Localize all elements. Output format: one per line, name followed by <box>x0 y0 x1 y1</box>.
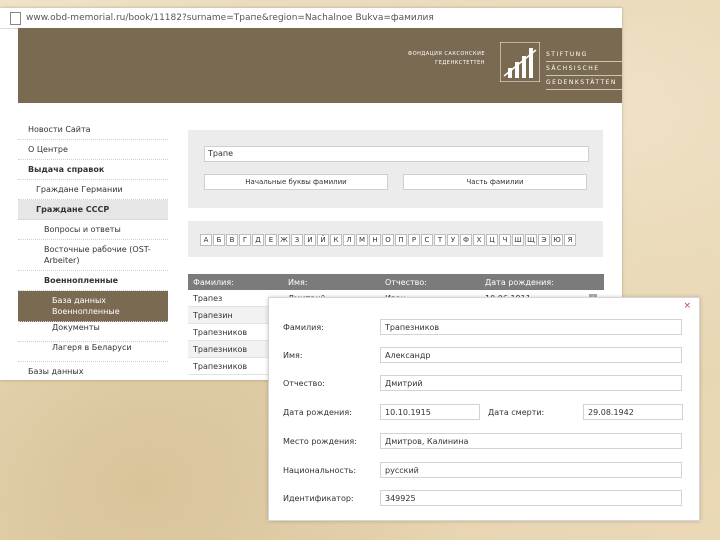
nav-camps[interactable]: Лагеря в Беларуси <box>18 342 168 362</box>
label-name: Имя: <box>283 350 303 360</box>
value-nationality: русский <box>380 462 682 478</box>
alphabet-letter[interactable]: К <box>330 234 342 246</box>
alphabet-letter[interactable]: У <box>447 234 459 246</box>
alphabet-letter[interactable]: Х <box>473 234 485 246</box>
value-id: 349925 <box>380 490 682 506</box>
alphabet-letter[interactable]: Т <box>434 234 446 246</box>
site-header: ФОНДАЦИЯ САКСОНСКИЕ ГЕДЕНКСТЕТТЕН STIFTU… <box>18 28 622 103</box>
surname-search-input[interactable]: Трапе <box>204 146 589 162</box>
brand-text: ФОНДАЦИЯ САКСОНСКИЕ ГЕДЕНКСТЕТТЕН <box>393 50 485 68</box>
detail-row-birthplace: Место рождения: Дмитров, Калинина <box>283 432 682 450</box>
alphabet-letter[interactable]: Р <box>408 234 420 246</box>
brand-line-1: ФОНДАЦИЯ САКСОНСКИЕ <box>407 51 485 57</box>
alphabet-letter[interactable]: П <box>395 234 407 246</box>
label-birth: Дата рождения: <box>283 407 352 417</box>
results-header: Фамилия: Имя: Отчество: Дата рождения: <box>188 274 604 290</box>
value-patronymic: Дмитрий <box>380 375 682 391</box>
value-name: Александр <box>380 347 682 363</box>
value-death: 29.08.1942 <box>583 404 683 420</box>
label-surname: Фамилия: <box>283 322 324 332</box>
nav-documents[interactable]: Документы <box>18 322 168 342</box>
alphabet-letter[interactable]: Й <box>317 234 329 246</box>
search-part-button[interactable]: Часть фамилии <box>403 174 587 190</box>
nav-germany[interactable]: Граждане Германии <box>18 180 168 200</box>
nav-databases[interactable]: Базы данных <box>18 362 168 380</box>
alphabet-letter[interactable]: О <box>382 234 394 246</box>
header-name: Имя: <box>288 277 308 287</box>
logo-icon <box>500 42 540 82</box>
page-icon <box>10 11 21 25</box>
alphabet-letter[interactable]: А <box>200 234 212 246</box>
brand-line-2: ГЕДЕНКСТЕТТЕН <box>435 60 485 66</box>
url-text: www.obd-memorial.ru/book/11182?surname=Т… <box>26 13 434 23</box>
alphabet-letter[interactable]: В <box>226 234 238 246</box>
close-icon[interactable]: × <box>683 302 691 311</box>
alphabet-letter[interactable]: Э <box>538 234 550 246</box>
alphabet-letter[interactable]: И <box>304 234 316 246</box>
nav-ost[interactable]: Восточные рабочие (OST-Arbeiter) <box>18 240 168 271</box>
alphabet-letter[interactable]: Н <box>369 234 381 246</box>
nav-faq[interactable]: Вопросы и ответы <box>18 220 168 240</box>
search-begin-button[interactable]: Начальные буквы фамилии <box>204 174 388 190</box>
value-birth: 10.10.1915 <box>380 404 480 420</box>
alphabet-letter[interactable]: Б <box>213 234 225 246</box>
label-nationality: Национальность: <box>283 465 357 475</box>
logo-line-2: SÄCHSISCHE <box>546 62 622 76</box>
sidebar-nav: Новости Сайта О Центре Выдача справок Гр… <box>18 120 168 380</box>
detail-row-id: Идентификатор: 349925 <box>283 489 682 507</box>
alphabet-letter[interactable]: З <box>291 234 303 246</box>
alphabet-letter[interactable]: Ц <box>486 234 498 246</box>
alphabet-letter[interactable]: Е <box>265 234 277 246</box>
alphabet-letter[interactable]: С <box>421 234 433 246</box>
header-surname: Фамилия: <box>193 277 234 287</box>
search-panel: Трапе Начальные буквы фамилии Часть фами… <box>188 130 603 208</box>
detail-row-dates: Дата рождения: 10.10.1915 Дата смерти: 2… <box>283 403 683 421</box>
person-detail-popup: × Фамилия: Трапезников Имя: Александр От… <box>268 297 700 521</box>
nav-news[interactable]: Новости Сайта <box>18 120 168 140</box>
alphabet-panel: АБВГДЕЖЗИЙКЛМНОПРСТУФХЦЧШЩЭЮЯ <box>188 221 603 257</box>
logo-text: STIFTUNG SÄCHSISCHE GEDENKSTÄTTEN <box>546 48 622 90</box>
nav-ussr[interactable]: Граждане СССР <box>18 200 168 220</box>
header-patronymic: Отчество: <box>385 277 427 287</box>
alphabet-row: АБВГДЕЖЗИЙКЛМНОПРСТУФХЦЧШЩЭЮЯ <box>200 234 577 246</box>
header-birth: Дата рождения: <box>485 277 554 287</box>
label-id: Идентификатор: <box>283 493 354 503</box>
nav-pow-db[interactable]: База данных Военнопленные <box>18 291 168 322</box>
alphabet-letter[interactable]: Ж <box>278 234 290 246</box>
alphabet-letter[interactable]: Ш <box>512 234 524 246</box>
label-death: Дата смерти: <box>488 407 545 417</box>
label-birthplace: Место рождения: <box>283 436 357 446</box>
alphabet-letter[interactable]: Л <box>343 234 355 246</box>
detail-row-name: Имя: Александр <box>283 346 682 364</box>
value-birthplace: Дмитров, Калинина <box>380 433 682 449</box>
logo-line-3: GEDENKSTÄTTEN <box>546 76 622 90</box>
alphabet-letter[interactable]: Я <box>564 234 576 246</box>
alphabet-letter[interactable]: Ю <box>551 234 563 246</box>
nav-about[interactable]: О Центре <box>18 140 168 160</box>
alphabet-letter[interactable]: М <box>356 234 368 246</box>
nav-certificates[interactable]: Выдача справок <box>18 160 168 180</box>
alphabet-letter[interactable]: Ч <box>499 234 511 246</box>
detail-row-surname: Фамилия: Трапезников <box>283 318 682 336</box>
value-surname: Трапезников <box>380 319 682 335</box>
nav-pow[interactable]: Военнопленные <box>18 271 168 291</box>
alphabet-letter[interactable]: Г <box>239 234 251 246</box>
label-patronymic: Отчество: <box>283 378 325 388</box>
logo-line-1: STIFTUNG <box>546 48 622 62</box>
alphabet-letter[interactable]: Щ <box>525 234 537 246</box>
detail-row-nationality: Национальность: русский <box>283 461 682 479</box>
detail-row-patronymic: Отчество: Дмитрий <box>283 374 682 392</box>
url-bar[interactable]: www.obd-memorial.ru/book/11182?surname=Т… <box>0 8 622 29</box>
alphabet-letter[interactable]: Д <box>252 234 264 246</box>
alphabet-letter[interactable]: Ф <box>460 234 472 246</box>
